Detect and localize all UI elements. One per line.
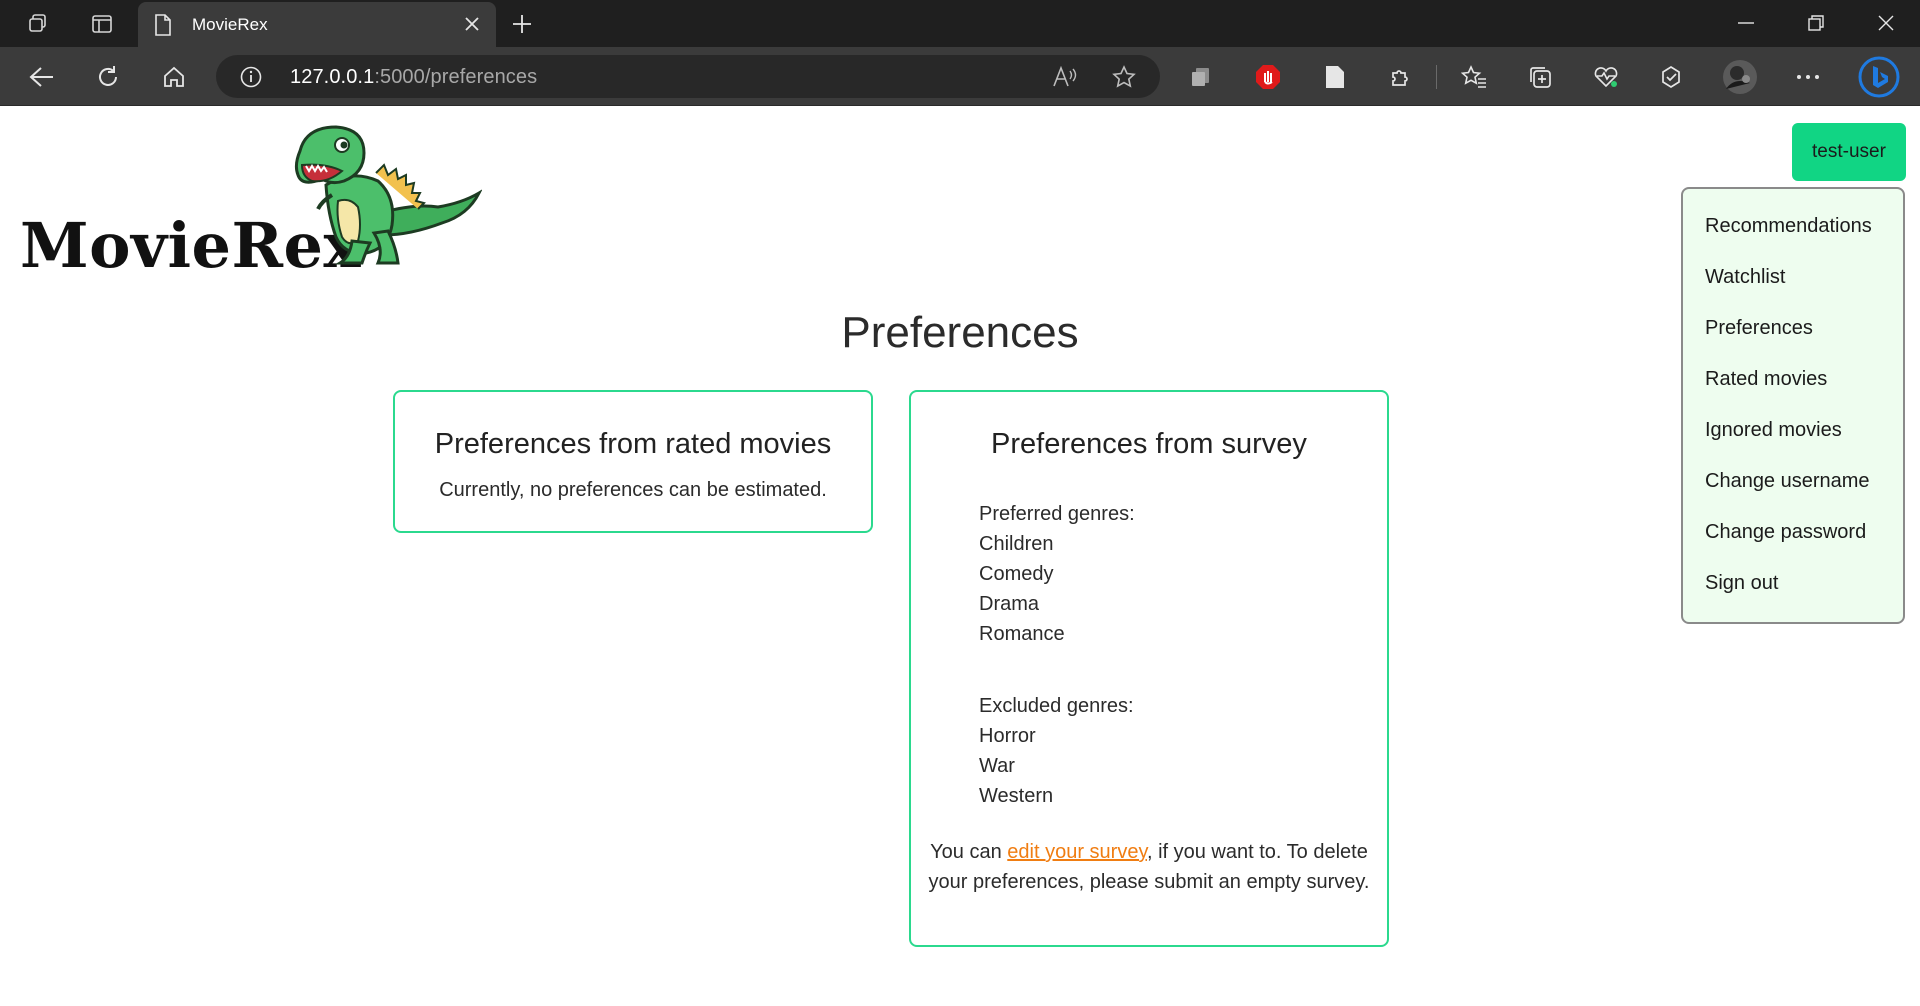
window-close-icon[interactable] [1866,8,1906,38]
refresh-icon[interactable] [93,62,123,92]
survey-edit-note: You can edit your survey, if you want to… [928,841,1370,893]
address-bar[interactable]: 127.0.0.1:5000/preferences [216,55,1160,98]
menu-item-rated-movies[interactable]: Rated movies [1683,366,1903,417]
read-aloud-icon[interactable] [1052,65,1078,93]
survey-card-title: Preferences from survey [991,428,1307,460]
preferred-genre: Comedy [979,563,1054,585]
more-options-icon[interactable] [1793,62,1823,92]
rated-card-title: Preferences from rated movies [434,428,832,460]
minimize-icon[interactable] [1726,8,1766,38]
edit-survey-link[interactable]: edit your survey [1007,841,1147,863]
excluded-genre: War [979,755,1015,777]
preferred-genres-label: Preferred genres: [979,503,1135,525]
menu-item-change-password[interactable]: Change password [1683,519,1903,570]
dinosaur-mascot-icon [294,125,482,265]
favorites-icon[interactable] [1459,62,1489,92]
browser-essentials-icon[interactable] [1591,62,1621,92]
tab-title: MovieRex [192,15,268,34]
survey-preferences-card: Preferences from survey Preferred genres… [909,390,1389,947]
bing-copilot-icon[interactable] [1858,56,1900,98]
extension-collections-icon[interactable] [1186,62,1216,92]
preferred-genre: Children [979,533,1054,555]
vertical-tabs-icon[interactable] [88,10,116,38]
preferred-genres-list: Preferred genres: Children Comedy Drama … [979,499,1135,649]
browser-tab-bar: MovieRex [0,0,1920,47]
toolbar-divider [1436,65,1437,89]
excluded-genres-list: Excluded genres: Horror War Western [979,691,1134,811]
page-content: MovieRex test-user Recommendations Watch… [0,107,1920,1006]
page-icon [154,14,172,41]
document-extension-icon[interactable] [1320,62,1350,92]
excluded-genre: Western [979,785,1054,807]
back-icon[interactable] [27,62,57,92]
menu-item-sign-out[interactable]: Sign out [1683,570,1903,621]
adblock-icon[interactable] [1253,62,1283,92]
collections-icon[interactable] [1525,62,1555,92]
menu-item-recommendations[interactable]: Recommendations [1683,213,1903,264]
rated-preferences-card: Preferences from rated movies Currently,… [393,390,873,533]
url-text[interactable]: 127.0.0.1:5000/preferences [290,66,537,89]
user-dropdown-menu: Recommendations Watchlist Preferences Ra… [1681,187,1905,624]
user-menu-button[interactable]: test-user [1792,123,1906,181]
excluded-genre: Horror [979,725,1036,747]
home-icon[interactable] [159,62,189,92]
site-info-icon[interactable] [240,66,262,93]
favorite-star-icon[interactable] [1112,65,1136,94]
preferred-genre: Romance [979,623,1065,645]
performance-icon[interactable] [1656,62,1686,92]
menu-item-ignored-movies[interactable]: Ignored movies [1683,417,1903,468]
excluded-genres-label: Excluded genres: [979,695,1134,717]
browser-toolbar: 127.0.0.1:5000/preferences [0,47,1920,106]
close-icon[interactable] [460,12,484,36]
workspaces-icon[interactable] [24,10,52,38]
profile-avatar[interactable] [1722,59,1758,95]
extensions-puzzle-icon[interactable] [1386,62,1416,92]
restore-icon[interactable] [1796,8,1836,38]
page-title: Preferences [841,308,1079,357]
active-tab[interactable]: MovieRex [138,2,496,47]
preferred-genre: Drama [979,593,1040,615]
menu-item-change-username[interactable]: Change username [1683,468,1903,519]
movierex-logo[interactable]: MovieRex [20,123,482,283]
new-tab-button[interactable] [508,10,536,38]
rated-card-message: Currently, no preferences can be estimat… [439,479,827,501]
